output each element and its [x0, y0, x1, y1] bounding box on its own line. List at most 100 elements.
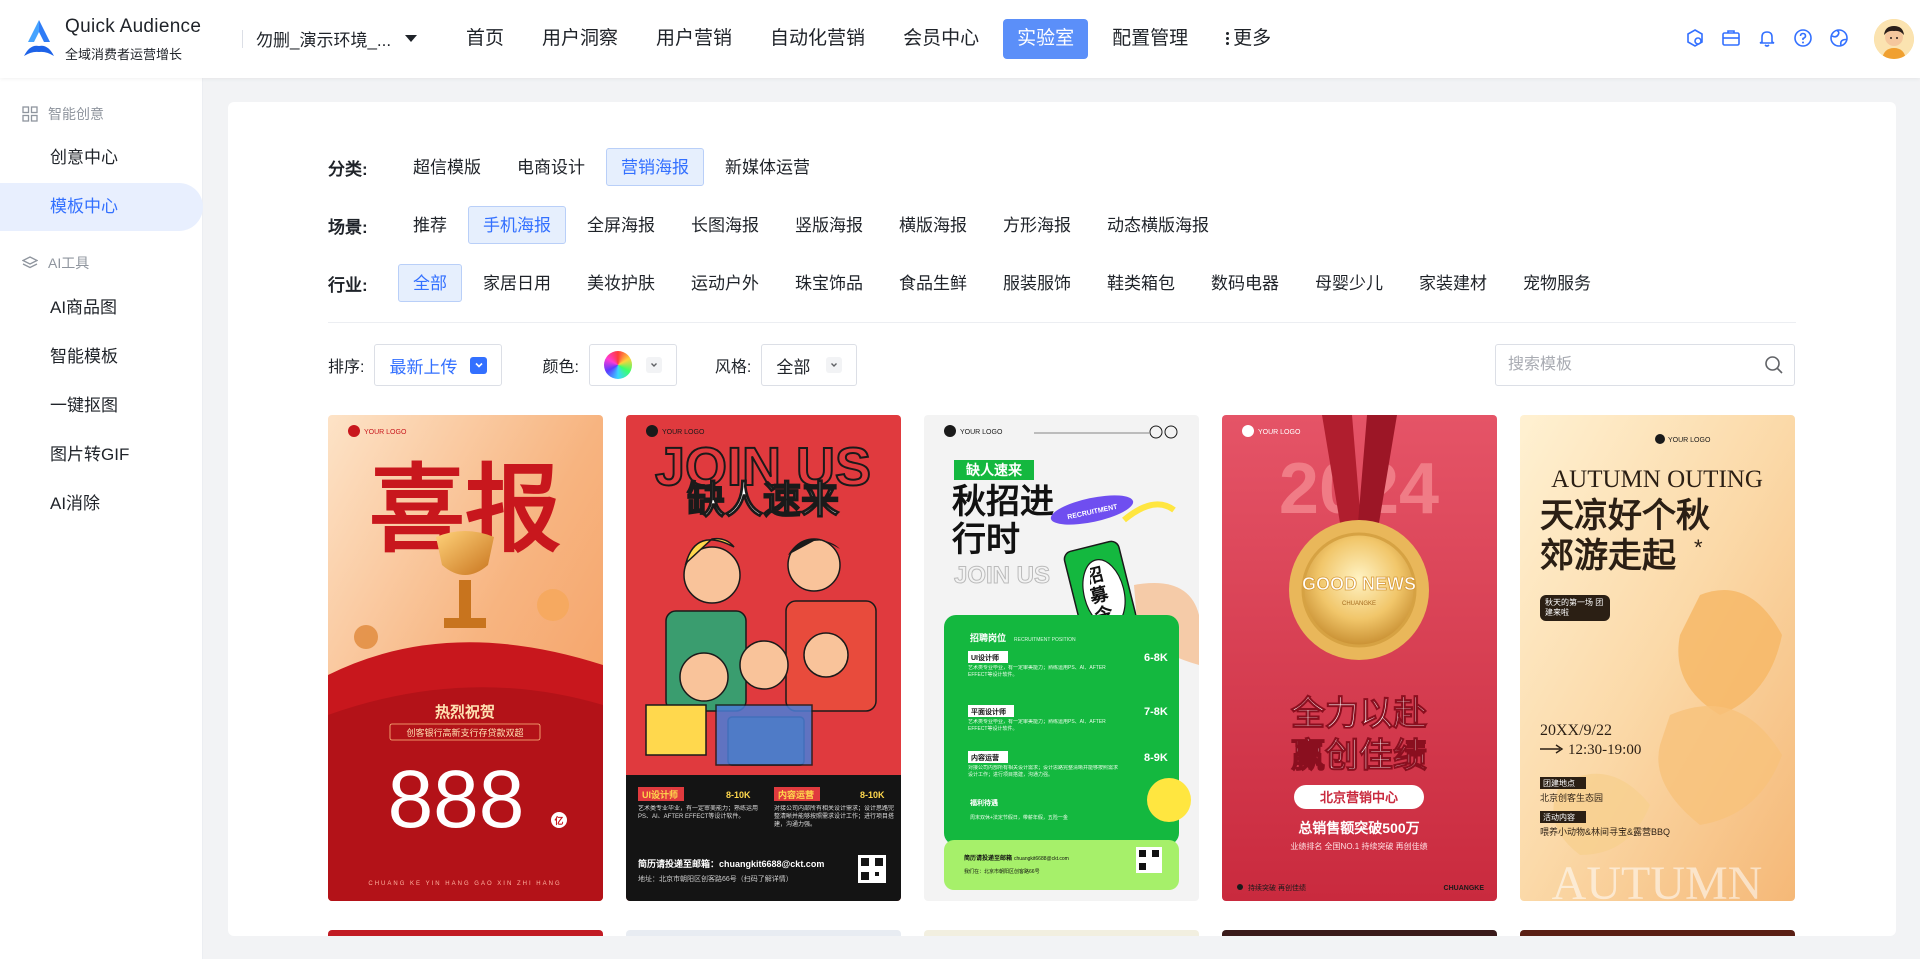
nav-item-member-center[interactable]: 会员中心	[884, 19, 998, 59]
poster-place: 北京创客生态园	[1540, 792, 1603, 803]
poster-unit: 亿	[554, 815, 563, 826]
template-card-2024-good-news[interactable]: YOUR LOGO 2024 GOOD NEWS CHUANGKE 全力以赴 赢…	[1222, 415, 1497, 901]
sort-toolbar: 排序: 最新上传 颜色: 风格: 全部	[328, 344, 858, 386]
poster-headline1: 全力以赴	[1290, 694, 1427, 733]
poster-contact: 简历请投递至邮箱：chuangkit6688@ckt.com	[638, 858, 824, 869]
search-icon[interactable]	[1764, 355, 1784, 375]
medal-text: GOOD NEWS	[1302, 574, 1416, 594]
globe-icon[interactable]	[1828, 27, 1850, 49]
template-card-peek[interactable]	[328, 930, 603, 936]
app-icon[interactable]	[1684, 27, 1706, 49]
sidebar-item-ai-product-image[interactable]: AI商品图	[0, 284, 203, 332]
chip-scene[interactable]: 长图海报	[676, 206, 774, 244]
chip-scene[interactable]: 全屏海报	[572, 206, 670, 244]
poster-time: 12:30-19:00	[1568, 742, 1641, 758]
user-avatar[interactable]	[1874, 19, 1914, 59]
top-nav-bar: Quick Audience 全域消费者运营增长 勿删_演示环境_... 首页 …	[0, 0, 1920, 78]
chip-industry[interactable]: 鞋类箱包	[1092, 264, 1190, 302]
poster-headline1: 天凉好个秋	[1540, 497, 1710, 535]
logo-text: YOUR LOGO	[1258, 429, 1301, 436]
sidebar-item-image-to-gif[interactable]: 图片转GIF	[0, 431, 203, 479]
sidebar-item-template-center[interactable]: 模板中心	[0, 183, 203, 231]
template-card-autumn-outing[interactable]: YOUR LOGO AUTUMN OUTING 天凉好个秋 郊游走起 * 秋天的…	[1520, 415, 1795, 901]
chip-industry[interactable]: 运动户外	[676, 264, 774, 302]
filter-label: 分类:	[328, 159, 368, 179]
poster-address: 我们在：北京市朝阳区创客路66号	[964, 868, 1040, 875]
section-title-en: RECRUITMENT POSITION	[1014, 637, 1076, 643]
sidebar-group-ai-tools: AI工具	[22, 253, 89, 273]
chip-industry[interactable]: 珠宝饰品	[780, 264, 878, 302]
chip-industry[interactable]: 家居日用	[468, 264, 566, 302]
job2-name: 内容运营	[778, 789, 814, 800]
chip-scene[interactable]: 竖版海报	[780, 206, 878, 244]
poster-pill: 秋天的第一场 团建来啦	[1540, 595, 1610, 621]
template-card-autumn-recruitment[interactable]: YOUR LOGO 缺人速来 秋招进行时 JOIN US RECRUITMENT…	[924, 415, 1199, 901]
environment-label: 勿删_演示环境_...	[256, 31, 392, 50]
template-card-good-news[interactable]: YOUR LOGO 喜报 热烈祝贺 创客银行高新支行存贷款双超 888 亿 CH…	[328, 415, 603, 901]
chip-industry[interactable]: 宠物服务	[1508, 264, 1606, 302]
chip-industry-active[interactable]: 全部	[398, 264, 462, 302]
more-dots-icon	[1226, 30, 1230, 47]
quick-audience-logo-icon[interactable]	[20, 18, 58, 60]
job-name: 内容运营	[971, 753, 999, 762]
logo-text: YOUR LOGO	[662, 429, 705, 436]
sidebar-item-one-click-cutout[interactable]: 一键抠图	[0, 382, 203, 430]
filter-row-scene: 场景: 推荐 手机海报 全屏海报 长图海报 竖版海报 横版海报 方形海报 动态横…	[328, 206, 1230, 244]
job-desc: 艺术类专业毕业，有一定审美能力；熟练运用PS、AI、AFTER EFFECT等设…	[968, 665, 1106, 678]
nav-item-user-insight[interactable]: 用户洞察	[523, 19, 637, 59]
poster-headline: 秋招进行时	[952, 483, 1054, 559]
chip-industry[interactable]: 食品生鲜	[884, 264, 982, 302]
chip-scene[interactable]: 推荐	[398, 206, 462, 244]
benefit-title: 福利待遇	[969, 798, 998, 807]
filter-row-industry: 行业: 全部 家居日用 美妆护肤 运动户外 珠宝饰品 食品生鲜 服装服饰 鞋类箱…	[328, 264, 1612, 302]
help-icon[interactable]	[1792, 27, 1814, 49]
chip-scene-active[interactable]: 手机海报	[468, 206, 566, 244]
nav-item-home[interactable]: 首页	[447, 19, 523, 59]
logo-text: YOUR LOGO	[960, 429, 1003, 436]
chip-industry[interactable]: 数码电器	[1196, 264, 1294, 302]
sidebar-item-creative-center[interactable]: 创意中心	[0, 134, 203, 182]
chip-industry[interactable]: 家装建材	[1404, 264, 1502, 302]
environment-selector[interactable]: 勿删_演示环境_...	[256, 26, 418, 51]
chip-category[interactable]: 超信模版	[398, 148, 496, 186]
sidebar-item-ai-eraser[interactable]: AI消除	[0, 480, 203, 528]
style-select[interactable]: 全部	[761, 344, 858, 386]
job1-salary: 8-10K	[726, 790, 751, 800]
brand-subtitle: 全域消费者运营增长	[65, 47, 183, 62]
chip-scene[interactable]: 方形海报	[988, 206, 1086, 244]
poster-address: 地址：北京市朝阳区创客路66号（扫码了解详情）	[638, 874, 793, 883]
chip-industry[interactable]: 母婴少儿	[1300, 264, 1398, 302]
poster-headline2: 赢创佳绩	[1291, 736, 1427, 775]
poster-result: 总销售额突破500万	[1298, 820, 1419, 836]
nav-item-user-marketing[interactable]: 用户营销	[637, 19, 751, 59]
briefcase-icon[interactable]	[1720, 27, 1742, 49]
nav-item-more[interactable]: 更多	[1207, 19, 1290, 59]
filter-label: 场景:	[328, 217, 368, 237]
template-card-peek[interactable]	[924, 930, 1199, 936]
nav-item-lab[interactable]: 实验室	[1003, 19, 1089, 59]
color-select[interactable]	[588, 344, 677, 386]
chip-category[interactable]: 新媒体运营	[710, 148, 825, 186]
sidebar-item-smart-template[interactable]: 智能模板	[0, 333, 203, 381]
nav-item-automation[interactable]: 自动化营销	[751, 19, 884, 59]
search-input[interactable]	[1508, 345, 1748, 385]
template-card-peek[interactable]	[626, 930, 901, 936]
poster-star: *	[1694, 535, 1703, 560]
poster-title-en: AUTUMN OUTING	[1551, 466, 1763, 493]
job-salary: 7-8K	[1144, 706, 1168, 718]
template-card-join-us[interactable]: YOUR LOGO JOIN US 缺人速来 UI设计师 8-10K 内容运营 …	[626, 415, 901, 901]
chip-scene[interactable]: 横版海报	[884, 206, 982, 244]
sort-select[interactable]: 最新上传	[374, 344, 503, 386]
poster-headline2: 郊游走起	[1540, 537, 1677, 575]
chip-industry[interactable]: 服装服饰	[988, 264, 1086, 302]
chip-industry[interactable]: 美妆护肤	[572, 264, 670, 302]
template-card-peek[interactable]	[1222, 930, 1497, 936]
sort-label: 排序:	[328, 359, 365, 376]
bell-icon[interactable]	[1756, 27, 1778, 49]
chip-category-active[interactable]: 营销海报	[606, 148, 704, 186]
chip-scene[interactable]: 动态横版海报	[1092, 206, 1224, 244]
chip-category[interactable]: 电商设计	[502, 148, 600, 186]
style-label: 风格:	[714, 359, 752, 376]
template-card-peek[interactable]	[1520, 930, 1795, 936]
nav-item-config[interactable]: 配置管理	[1093, 19, 1207, 59]
